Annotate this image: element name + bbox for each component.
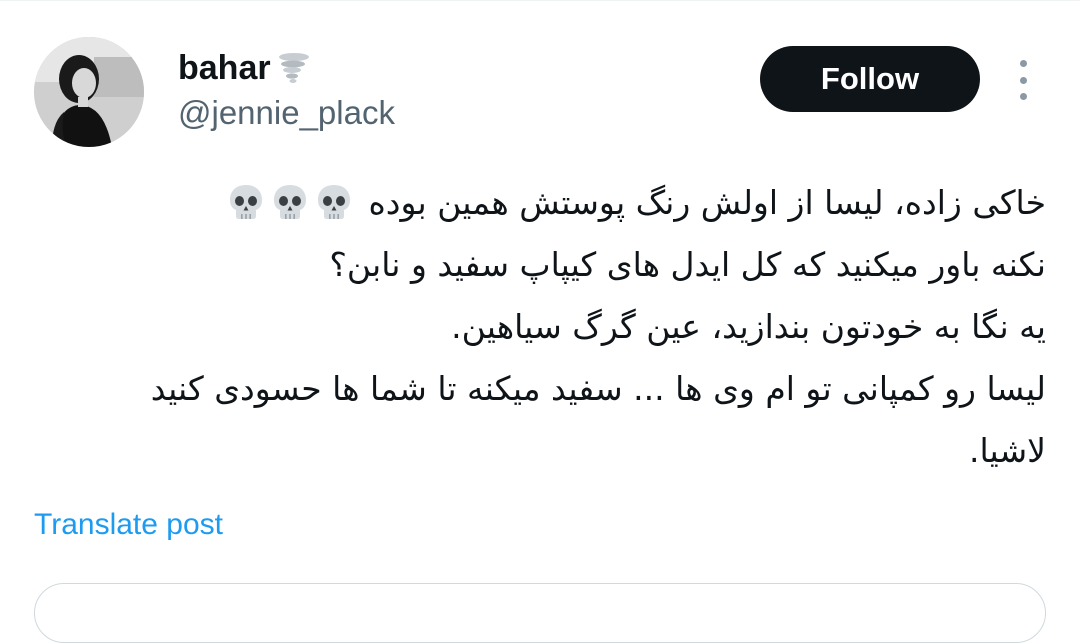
tweet-line-text: خاکی زاده، لیسا از اولش رنگ پوستش همین ب… <box>368 183 1046 222</box>
follow-button[interactable]: Follow <box>760 46 980 112</box>
more-dot <box>1019 76 1027 84</box>
tornado-icon <box>275 49 313 87</box>
tweet-line: یه نگا به خودتون بندازید، عین گرگ سیاهین… <box>451 307 1046 346</box>
tweet-line: لیسا رو کمپانی تو ام وی ها ... سفید میکن… <box>150 369 1046 408</box>
translate-post-link[interactable]: Translate post <box>34 505 223 545</box>
display-name[interactable]: bahar <box>178 48 313 88</box>
avatar-photo <box>34 37 144 147</box>
more-dot <box>1019 60 1027 67</box>
top-divider <box>0 0 1080 1</box>
tweet-line: لاشیا. <box>969 431 1046 470</box>
skull-icon <box>314 180 354 220</box>
display-name-text: bahar <box>178 49 271 87</box>
quoted-card[interactable] <box>34 583 1046 643</box>
tweet-text: خاکی زاده، لیسا از اولش رنگ پوستش همین ب… <box>36 172 1046 482</box>
more-vertical-icon[interactable] <box>1008 60 1038 100</box>
more-dot <box>1019 93 1027 100</box>
avatar[interactable] <box>34 37 144 147</box>
tweet-line: نکنه باور میکنید که کل ایدل های کیپاپ سف… <box>329 245 1046 284</box>
user-handle[interactable]: @jennie_plack <box>178 93 395 133</box>
tweet-line: خاکی زاده، لیسا از اولش رنگ پوستش همین ب… <box>36 172 1046 234</box>
skull-icon <box>270 180 310 220</box>
skull-icon <box>226 180 266 220</box>
